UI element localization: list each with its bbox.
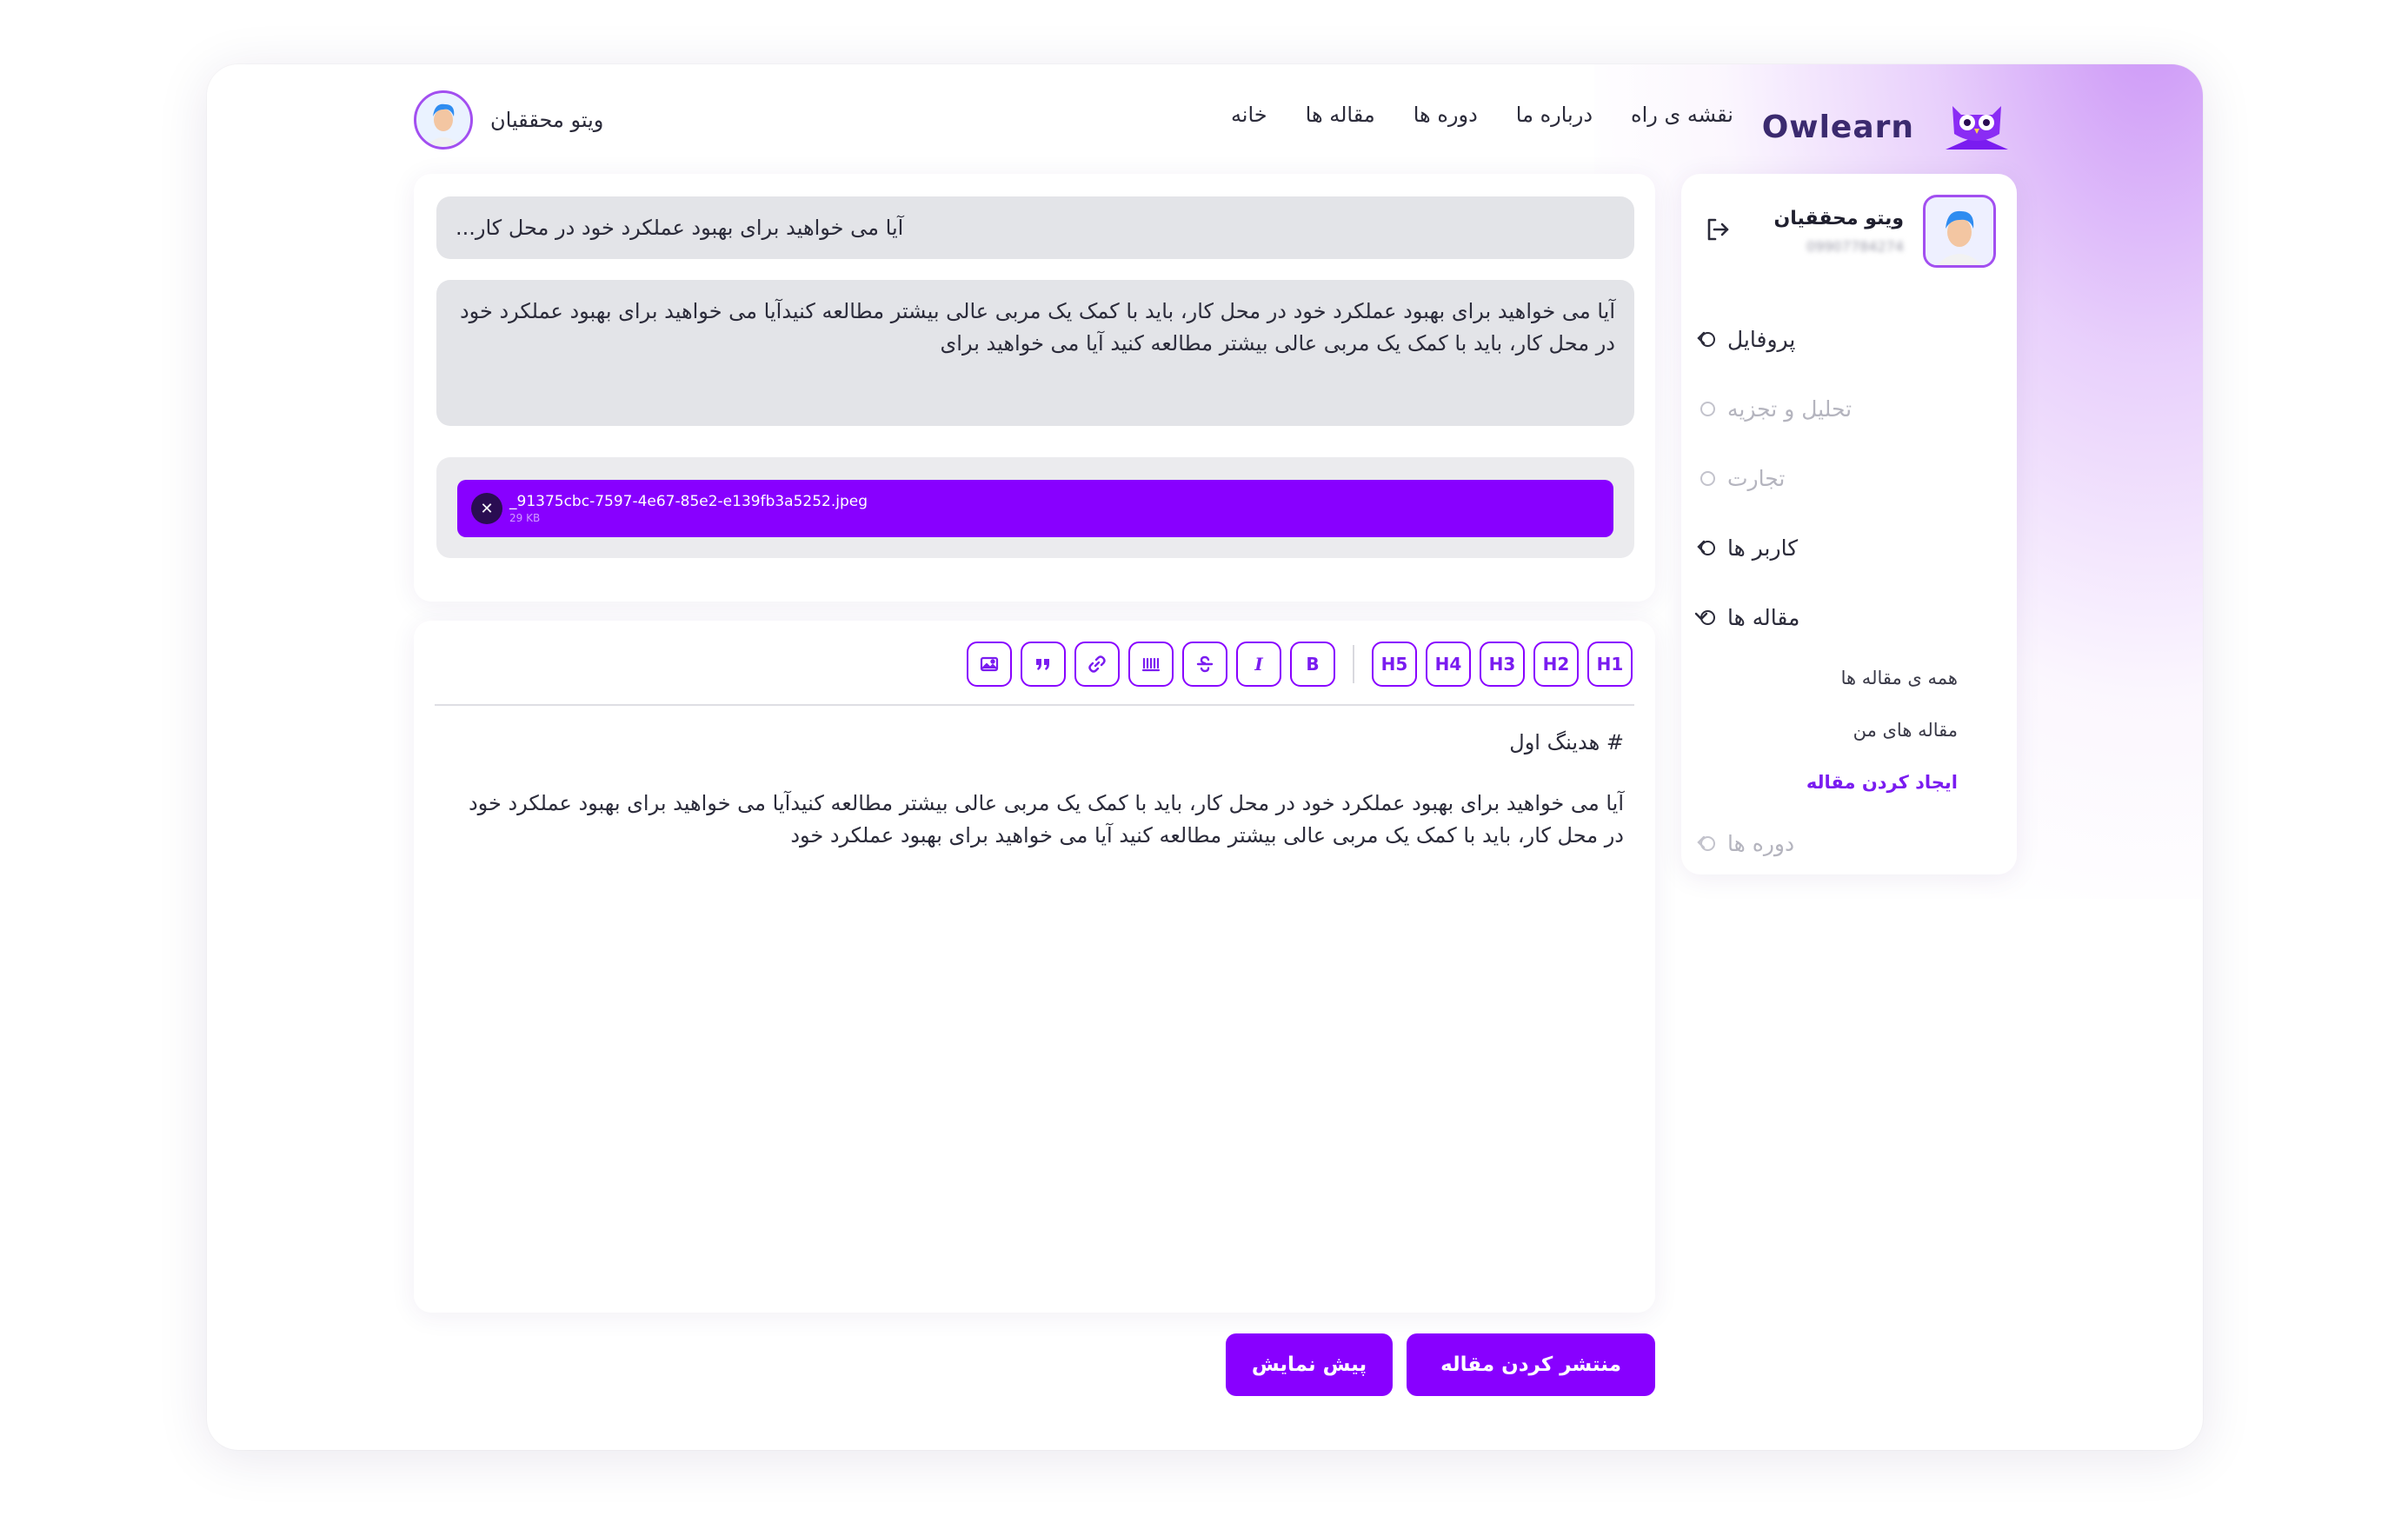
file-info: _91375cbc-7597-4e67-85e2-e139fb3a5252.jp… [509,492,868,524]
sidebar-item-label: تحلیل و تجزیه [1727,396,1853,422]
remove-file-button[interactable]: ✕ [471,493,502,524]
avatar [1923,195,1996,268]
sidebar-item-label: کاربر ها [1727,535,1799,561]
articles-submenu: همه ی مقاله ها مقاله های من ایجاد کردن م… [1700,652,1979,808]
chevron-left-icon [1697,331,1706,345]
quote-icon [1036,659,1049,670]
brand-name: Owlearn [1761,109,1914,145]
nav-home[interactable]: خانه [1231,103,1267,127]
h1-button[interactable]: H1 [1587,642,1633,687]
nav-roadmap[interactable]: نقشه ی راه [1631,103,1733,127]
sidebar: ویتو محققیان 09907784274 پروفایل تحلیل و… [1681,174,2017,874]
h2-button[interactable]: H2 [1533,642,1579,687]
markdown-editor: H1 H2 H3 H4 H5 B I # هدینگ اول آیا می خو… [414,621,1655,1313]
sidebar-item-courses[interactable]: دوره ها [1697,808,1979,878]
file-upload-zone[interactable]: ✕ _91375cbc-7597-4e67-85e2-e139fb3a5252.… [436,457,1634,558]
link-button[interactable] [1074,642,1120,687]
nav-about[interactable]: درباره ما [1516,103,1593,127]
h4-button[interactable]: H4 [1426,642,1471,687]
main-nav: خانه مقاله ها دوره ها درباره ما نقشه ی ر… [1231,103,1733,127]
user-avatar-icon [1926,199,1992,265]
header-user-name: ویتو محققیان [490,108,604,132]
h3-button[interactable]: H3 [1480,642,1525,687]
user-avatar-icon [417,94,469,146]
link-icon [1088,655,1106,673]
bold-button[interactable]: B [1290,642,1335,687]
app-window: Owlearn خانه مقاله ها دوره ها درباره ما … [207,64,2203,1450]
sidebar-item-label: پروفایل [1727,326,1796,352]
sidebar-user: ویتو محققیان 09907784274 [1773,195,1996,268]
chevron-left-icon [1697,540,1706,554]
toolbar-divider-line [435,704,1634,706]
editor-heading-line: # هدینگ اول [1509,730,1624,755]
editor-toolbar: H1 H2 H3 H4 H5 B I [967,642,1633,687]
close-icon: ✕ [480,499,494,518]
sidebar-item-articles[interactable]: مقاله ها [1694,582,1979,652]
strikethrough-icon [1196,655,1214,673]
image-button[interactable] [967,642,1012,687]
owl-logo-icon [1946,106,2008,150]
article-summary-textarea[interactable]: آیا می خواهید برای بهبود عملکرد خود در م… [436,280,1634,426]
sidebar-item-analytics[interactable]: تحلیل و تجزیه [1700,374,1979,443]
logo[interactable]: Owlearn [1762,99,2013,155]
sidebar-item-label: مقاله ها [1727,604,1800,630]
sidebar-item-commerce[interactable]: تجارت [1700,443,1979,513]
sidebar-item-profile[interactable]: پروفایل [1697,304,1979,374]
sidebar-item-users[interactable]: کاربر ها [1697,513,1979,582]
header-user[interactable]: ویتو محققیان [414,90,603,150]
italic-button[interactable]: I [1236,642,1281,687]
image-icon [980,656,999,672]
toolbar-divider [1353,645,1354,683]
avatar[interactable] [414,90,473,150]
editor-paragraph: آیا می خواهید برای بهبود عملکرد خود در م… [468,791,1624,848]
submenu-all-articles[interactable]: همه ی مقاله ها [1700,652,1958,704]
h5-button[interactable]: H5 [1372,642,1417,687]
bullet-icon [1700,401,1715,416]
logout-button[interactable] [1702,214,1733,245]
submenu-my-articles[interactable]: مقاله های من [1700,704,1958,756]
article-title-input[interactable]: آیا می خواهید برای بهبود عملکرد خود در م… [436,196,1634,259]
editor-content[interactable]: # هدینگ اول آیا می خواهید برای بهبود عمل… [454,716,1624,852]
submenu-create-article[interactable]: ایجاد کردن مقاله [1700,756,1958,808]
sidebar-menu: پروفایل تحلیل و تجزیه تجارت کاربر ها مقا… [1694,304,1979,878]
sidebar-user-meta: ویتو محققیان 09907784274 [1773,208,1904,255]
code-icon [1141,657,1161,672]
article-meta-card: آیا می خواهید برای بهبود عملکرد خود در م… [414,174,1655,602]
chevron-down-icon [1694,612,1708,621]
preview-button[interactable]: پیش نمایش [1226,1333,1393,1396]
strikethrough-button[interactable] [1182,642,1227,687]
code-button[interactable] [1128,642,1174,687]
sidebar-item-label: دوره ها [1727,830,1795,856]
sidebar-user-name: ویتو محققیان [1773,208,1904,229]
uploaded-file-item: ✕ _91375cbc-7597-4e67-85e2-e139fb3a5252.… [457,480,1613,537]
chevron-left-icon [1697,835,1706,849]
top-header: Owlearn خانه مقاله ها دوره ها درباره ما … [207,64,2203,177]
nav-courses[interactable]: دوره ها [1414,103,1478,127]
bullet-icon [1700,470,1715,486]
sidebar-user-phone: 09907784274 [1806,238,1904,255]
logout-icon [1707,218,1729,241]
nav-articles[interactable]: مقاله ها [1306,103,1375,127]
file-name: _91375cbc-7597-4e67-85e2-e139fb3a5252.jp… [509,492,868,510]
sidebar-item-label: تجارت [1727,465,1786,491]
file-size: 29 KB [509,511,541,524]
publish-article-button[interactable]: منتشر کردن مقاله [1407,1333,1655,1396]
quote-button[interactable] [1021,642,1066,687]
